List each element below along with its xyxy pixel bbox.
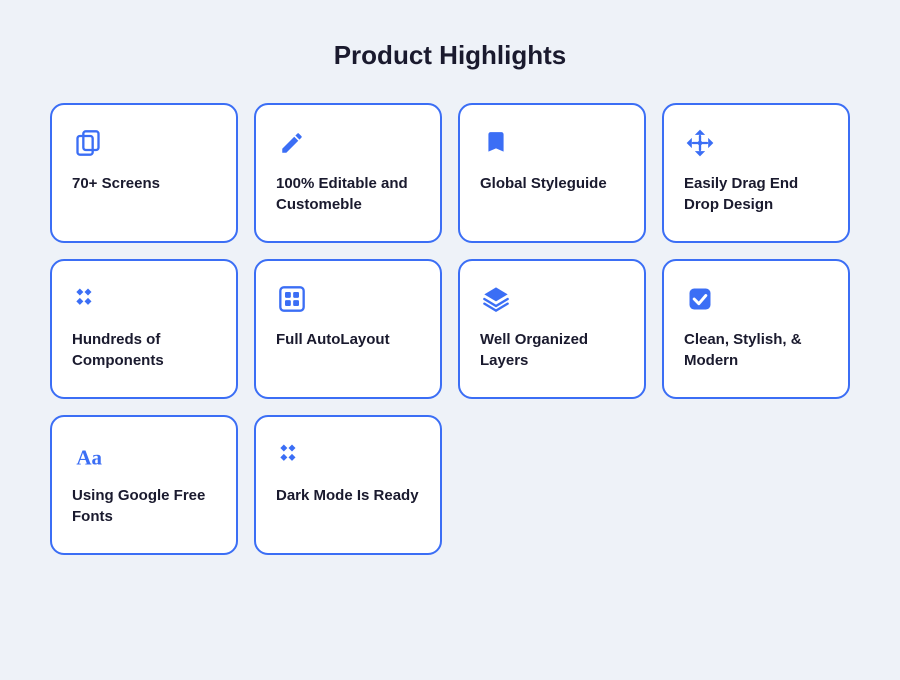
card-styleguide: Global Styleguide	[458, 103, 646, 243]
card-fonts-label: Using Google Free Fonts	[72, 485, 216, 527]
card-darkmode: Dark Mode Is Ready	[254, 415, 442, 555]
diamond2-icon	[276, 439, 308, 471]
card-layers-label: Well Organized Layers	[480, 329, 624, 371]
check-icon	[684, 283, 716, 315]
text-icon: Aa	[72, 439, 104, 471]
card-styleguide-label: Global Styleguide	[480, 173, 624, 194]
card-modern: Clean, Stylish, & Modern	[662, 259, 850, 399]
card-modern-label: Clean, Stylish, & Modern	[684, 329, 828, 371]
autolayout-icon	[276, 283, 308, 315]
card-drag-drop-label: Easily Drag End Drop Design	[684, 173, 828, 215]
page-title: Product Highlights	[334, 40, 567, 71]
card-autolayout-label: Full AutoLayout	[276, 329, 420, 350]
diamond-icon	[72, 283, 104, 315]
layers-icon	[480, 283, 512, 315]
card-components-label: Hundreds of Components	[72, 329, 216, 371]
card-layers: Well Organized Layers	[458, 259, 646, 399]
card-editable: 100% Editable and Customeble	[254, 103, 442, 243]
card-screens: 70+ Screens	[50, 103, 238, 243]
card-editable-label: 100% Editable and Customeble	[276, 173, 420, 215]
card-screens-label: 70+ Screens	[72, 173, 216, 194]
move-icon	[684, 127, 716, 159]
card-components: Hundreds of Components	[50, 259, 238, 399]
card-autolayout: Full AutoLayout	[254, 259, 442, 399]
copy-icon	[72, 127, 104, 159]
card-darkmode-label: Dark Mode Is Ready	[276, 485, 420, 506]
card-drag-drop: Easily Drag End Drop Design	[662, 103, 850, 243]
highlights-grid: 70+ Screens 100% Editable and Customeble…	[50, 103, 850, 555]
svg-text:Aa: Aa	[76, 445, 102, 469]
bookmark-icon	[480, 127, 512, 159]
pencil-icon	[276, 127, 308, 159]
card-fonts: Aa Using Google Free Fonts	[50, 415, 238, 555]
